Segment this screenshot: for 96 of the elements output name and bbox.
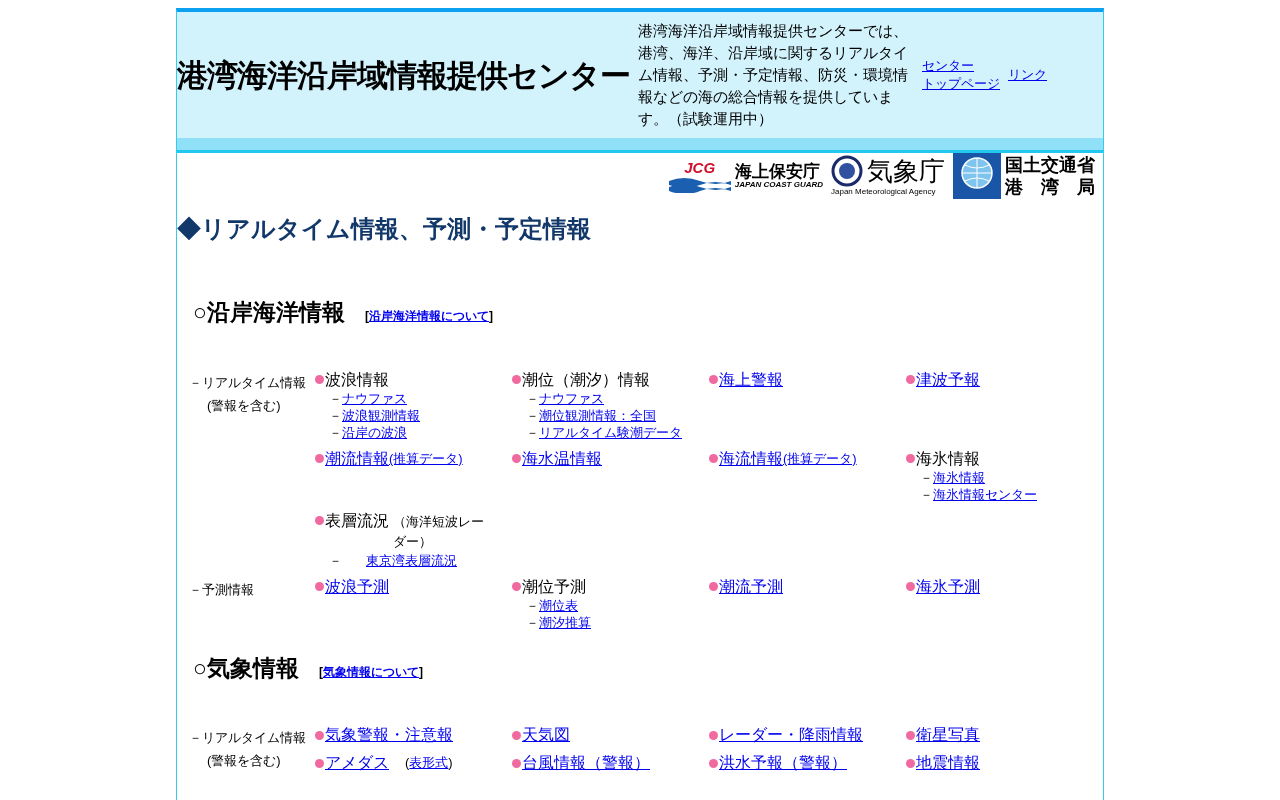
- note-text: ): [448, 754, 453, 772]
- sub-link[interactable]: 波浪観測情報: [342, 406, 420, 424]
- row-label: －予測情報: [188, 580, 255, 599]
- logo-name: 気象庁: [867, 158, 945, 184]
- sub-link[interactable]: 東京湾表層流況: [366, 551, 457, 569]
- bullet-icon: [512, 375, 521, 384]
- bullet-icon: [315, 454, 324, 463]
- sub-link[interactable]: 海氷情報: [933, 468, 985, 486]
- globe-icon: [953, 153, 1001, 199]
- dash: －: [329, 423, 342, 441]
- logo-sub: 港 湾 局: [1005, 176, 1095, 199]
- dash: －: [920, 468, 933, 486]
- section-title: ○気象情報: [193, 653, 299, 683]
- bullet-icon: [906, 758, 915, 768]
- item-link[interactable]: 海氷予測: [916, 576, 980, 597]
- logo-english: Japan Meteorological Agency: [831, 187, 937, 197]
- site-title: 港湾海洋沿岸域情報提供センター: [177, 55, 631, 95]
- dash: －: [329, 551, 342, 569]
- sub-link[interactable]: ナウファス: [342, 389, 407, 407]
- bullet-icon: [709, 730, 718, 740]
- bracket: ]: [488, 308, 493, 325]
- sub-link[interactable]: 潮位観測情報：全国: [539, 406, 656, 424]
- dash: －: [526, 423, 539, 441]
- item-link[interactable]: 海水温情報: [522, 448, 602, 469]
- item-link[interactable]: 波浪予測: [325, 576, 389, 597]
- sub-link[interactable]: 潮位表: [539, 596, 578, 614]
- sub-link[interactable]: 沿岸の波浪: [342, 423, 407, 441]
- dash: －: [329, 406, 342, 424]
- bullet-icon: [709, 454, 718, 463]
- item-link[interactable]: 潮流予測: [719, 576, 783, 597]
- bullet-icon: [709, 375, 718, 384]
- item-link[interactable]: 気象警報・注意報: [325, 725, 453, 745]
- bullet-icon: [512, 758, 521, 768]
- note-text: （海洋短波レーダー）: [393, 512, 485, 551]
- bracket: [: [364, 308, 369, 325]
- item-link[interactable]: レーダー・降雨情報: [719, 725, 863, 745]
- item-title: 海氷情報: [916, 448, 980, 469]
- bullet-icon: [709, 758, 718, 768]
- item-link[interactable]: 台風情報（警報）: [522, 753, 650, 773]
- bullet-icon: [315, 375, 324, 384]
- dash: －: [920, 485, 933, 503]
- item-link[interactable]: アメダス: [325, 753, 389, 773]
- note-link[interactable]: (推算データ): [389, 448, 463, 469]
- row-label: －リアルタイム情報: [188, 373, 307, 392]
- item-link[interactable]: 洪水予報（警報）: [719, 753, 847, 773]
- bullet-icon: [512, 454, 521, 463]
- dash: －: [526, 406, 539, 424]
- row-label: (警報を含む): [206, 396, 282, 415]
- item-title: 潮位（潮汐）情報: [522, 369, 650, 390]
- item-link[interactable]: 衛星写真: [916, 725, 980, 745]
- logo-name: 海上保安庁: [734, 162, 820, 180]
- dash: －: [526, 596, 539, 614]
- row-label: (警報を含む): [206, 752, 282, 770]
- item-link[interactable]: 津波予報: [916, 369, 980, 390]
- note-link[interactable]: 表形式: [409, 753, 449, 773]
- item-link[interactable]: 天気図: [522, 725, 570, 745]
- item-title: 波浪情報: [325, 369, 389, 390]
- logo-mark: JCG: [684, 159, 716, 175]
- site-description: 港湾海洋沿岸域情報提供センターでは、港湾、海洋、沿岸域に関するリアルタイム情報、予測・予定情報、防災・環境情報などの海の総合情報を提供しています。（試験運用中）: [638, 21, 909, 129]
- row-label: －リアルタイム情報: [188, 729, 307, 747]
- note-text: (: [405, 754, 410, 772]
- logo-name: 国土交通省: [1005, 153, 1095, 176]
- sub-link[interactable]: リアルタイム験潮データ: [539, 423, 682, 441]
- sub-link[interactable]: ナウファス: [539, 389, 604, 407]
- item-link[interactable]: 海流情報: [719, 448, 783, 469]
- section-title: ○沿岸海洋情報: [193, 298, 345, 327]
- bullet-icon: [906, 582, 915, 591]
- bullet-icon: [512, 582, 521, 591]
- dash: －: [526, 613, 539, 631]
- about-link[interactable]: 沿岸海洋情報について: [368, 307, 489, 325]
- bullet-icon: [906, 730, 915, 740]
- bracket: [: [318, 663, 323, 681]
- bracket: ]: [418, 663, 423, 681]
- emblem-icon: [831, 155, 863, 187]
- bullet-icon: [315, 758, 324, 768]
- note-link[interactable]: (推算データ): [783, 448, 857, 469]
- bullet-icon: [315, 582, 324, 591]
- item-link[interactable]: 潮流情報: [325, 448, 389, 469]
- item-link[interactable]: 海上警報: [719, 369, 783, 390]
- bullet-icon: [906, 454, 915, 463]
- dash: －: [329, 389, 342, 407]
- item-link[interactable]: 地震情報: [916, 753, 980, 773]
- bullet-icon: [315, 516, 324, 525]
- bullet-icon: [709, 582, 718, 591]
- bullet-icon: [906, 375, 915, 384]
- logo-english: JAPAN COAST GUARD: [734, 179, 823, 190]
- item-title: 表層流況: [325, 510, 389, 531]
- about-link[interactable]: 気象情報について: [322, 662, 419, 681]
- sub-link[interactable]: 潮汐推算: [539, 613, 591, 631]
- page-heading: ◆リアルタイム情報、予測・予定情報: [177, 214, 592, 244]
- dash: －: [526, 389, 539, 407]
- header-link[interactable]: センター トップページ: [922, 57, 1000, 93]
- bullet-icon: [512, 730, 521, 740]
- sub-link[interactable]: 海氷情報センター: [933, 485, 1037, 503]
- bullet-icon: [315, 730, 324, 740]
- item-title: 潮位予測: [522, 576, 586, 597]
